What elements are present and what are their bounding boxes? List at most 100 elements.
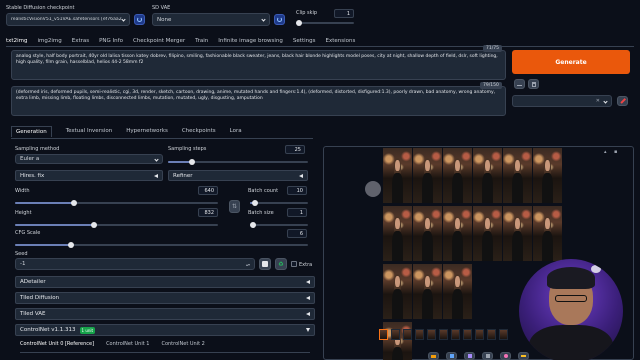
- slider-thumb[interactable]: [67, 242, 74, 248]
- gallery-thumbnail[interactable]: [427, 329, 436, 340]
- generated-image[interactable]: [503, 206, 532, 261]
- generated-image[interactable]: [503, 148, 532, 203]
- slider-thumb[interactable]: [252, 200, 259, 206]
- slider-fill: [15, 224, 95, 226]
- adetailer-accordion[interactable]: ADetailer: [15, 276, 315, 288]
- subtab-lora[interactable]: Lora: [230, 128, 242, 134]
- extra-label: Extra: [299, 262, 313, 268]
- batch-size-input[interactable]: 1: [287, 208, 307, 217]
- subtab-textual-inversion[interactable]: Textual Inversion: [66, 128, 113, 134]
- edit-styles-button[interactable]: [617, 96, 628, 106]
- batch-size-slider[interactable]: [250, 222, 308, 228]
- refresh-vae-button[interactable]: [274, 14, 285, 25]
- subtab-generation[interactable]: Generation: [11, 125, 52, 137]
- tab-extensions[interactable]: Extensions: [325, 38, 355, 44]
- sampling-steps-slider[interactable]: [168, 159, 308, 165]
- gallery-close-icon[interactable]: ▪: [614, 149, 617, 155]
- height-slider[interactable]: [15, 222, 218, 228]
- height-input[interactable]: 832: [198, 208, 218, 217]
- styles-select[interactable]: ✕: [512, 95, 612, 107]
- tab-checkpoint-merger[interactable]: Checkpoint Merger: [133, 38, 185, 44]
- generated-image[interactable]: [533, 206, 562, 261]
- tiled-vae-accordion[interactable]: Tiled VAE: [15, 308, 315, 320]
- generated-image[interactable]: [413, 148, 442, 203]
- generated-image[interactable]: [473, 206, 502, 261]
- controlnet-accordion[interactable]: ControlNet v1.1.313 1 unit: [15, 324, 315, 336]
- tab-train[interactable]: Train: [195, 38, 208, 44]
- batch-count-slider[interactable]: [250, 200, 308, 206]
- cfg-scale-slider[interactable]: [15, 242, 308, 248]
- refiner-accordion[interactable]: Refiner: [168, 170, 308, 181]
- generated-image[interactable]: [443, 264, 472, 319]
- swap-dimensions-button[interactable]: ⇅: [229, 200, 240, 213]
- tab-png-info[interactable]: PNG Info: [99, 38, 123, 44]
- gallery-thumbnail[interactable]: [475, 329, 484, 340]
- generated-image[interactable]: [413, 206, 442, 261]
- generated-image[interactable]: [383, 148, 412, 203]
- chevron-down-icon: [261, 17, 266, 22]
- collapse-icon: [306, 280, 310, 284]
- vae-select[interactable]: None: [152, 13, 270, 26]
- clip-skip-input[interactable]: 1: [334, 9, 354, 18]
- read-params-button[interactable]: [514, 79, 525, 89]
- width-input[interactable]: 640: [198, 186, 218, 195]
- slider-thumb[interactable]: [70, 200, 77, 206]
- gallery-thumbnail[interactable]: [487, 329, 496, 340]
- tab-img2img[interactable]: img2img: [37, 38, 61, 44]
- refresh-icon: [277, 17, 282, 22]
- random-seed-button[interactable]: [259, 258, 271, 270]
- gallery-thumbnail[interactable]: [451, 329, 460, 340]
- slider-thumb[interactable]: [91, 222, 98, 228]
- hires-fix-accordion[interactable]: Hires. fix: [15, 170, 163, 181]
- generated-image[interactable]: [533, 148, 562, 203]
- trash-button[interactable]: [528, 79, 539, 89]
- extra-checkbox[interactable]: [291, 261, 297, 267]
- controlnet-unit-0-tab[interactable]: ControlNet Unit 0 [Reference]: [20, 341, 94, 347]
- generated-image[interactable]: [443, 148, 472, 203]
- zip-button[interactable]: [464, 352, 475, 360]
- generated-image[interactable]: [383, 322, 412, 360]
- save-button[interactable]: [446, 352, 457, 360]
- sampling-steps-input[interactable]: 25: [285, 145, 305, 154]
- checkpoint-select[interactable]: realisticVisionV51_v51VAE.safetensors [e…: [6, 13, 130, 26]
- generated-image[interactable]: [383, 206, 412, 261]
- reuse-seed-button[interactable]: ♻: [275, 258, 287, 270]
- slider-thumb[interactable]: [188, 159, 195, 165]
- tab-infinite-image-browsing[interactable]: Infinite image browsing: [218, 38, 283, 44]
- tab-txt2img[interactable]: txt2img: [6, 38, 27, 44]
- generated-image[interactable]: [473, 148, 502, 203]
- tab-extras[interactable]: Extras: [72, 38, 89, 44]
- subtab-checkpoints[interactable]: Checkpoints: [182, 128, 216, 134]
- seed-input[interactable]: -1 ▴▾: [15, 258, 255, 270]
- width-slider[interactable]: [15, 200, 218, 206]
- send-img2img-button[interactable]: [482, 352, 493, 360]
- send-extras-button[interactable]: [518, 352, 529, 360]
- generated-image[interactable]: [413, 264, 442, 319]
- subtab-hypernetworks[interactable]: Hypernetworks: [126, 128, 168, 134]
- gallery-thumbnail[interactable]: [439, 329, 448, 340]
- gallery-thumbnail[interactable]: [415, 329, 424, 340]
- sampling-method-select[interactable]: Euler a: [15, 154, 163, 164]
- cfg-scale-input[interactable]: 6: [287, 229, 307, 238]
- batch-count-input[interactable]: 10: [287, 186, 307, 195]
- controlnet-unit-1-tab[interactable]: ControlNet Unit 1: [106, 341, 149, 347]
- gallery-thumbnail[interactable]: [499, 329, 508, 340]
- tab-settings[interactable]: Settings: [293, 38, 316, 44]
- gallery-up-icon[interactable]: ▴: [604, 149, 607, 155]
- open-folder-button[interactable]: [428, 352, 439, 360]
- negative-prompt-textarea[interactable]: (deformed iris, deformed pupils, semi-re…: [11, 86, 506, 116]
- prompt-textarea[interactable]: analog style, half body portrait, 40yr o…: [11, 50, 506, 80]
- slider-thumb[interactable]: [250, 222, 256, 228]
- gallery-thumbnail[interactable]: [463, 329, 472, 340]
- tiled-diffusion-accordion[interactable]: Tiled Diffusion: [15, 292, 315, 304]
- gallery-thumbnail[interactable]: [379, 329, 388, 340]
- gallery-thumbnail[interactable]: [391, 329, 400, 340]
- clip-skip-slider[interactable]: [296, 20, 354, 26]
- controlnet-unit-2-tab[interactable]: ControlNet Unit 2: [161, 341, 204, 347]
- send-inpaint-button[interactable]: [500, 352, 511, 360]
- generate-button[interactable]: Generate: [512, 50, 630, 74]
- gallery-thumbnail[interactable]: [403, 329, 412, 340]
- refresh-checkpoint-button[interactable]: [134, 14, 145, 25]
- generated-image[interactable]: [443, 206, 472, 261]
- generated-image[interactable]: [383, 264, 412, 319]
